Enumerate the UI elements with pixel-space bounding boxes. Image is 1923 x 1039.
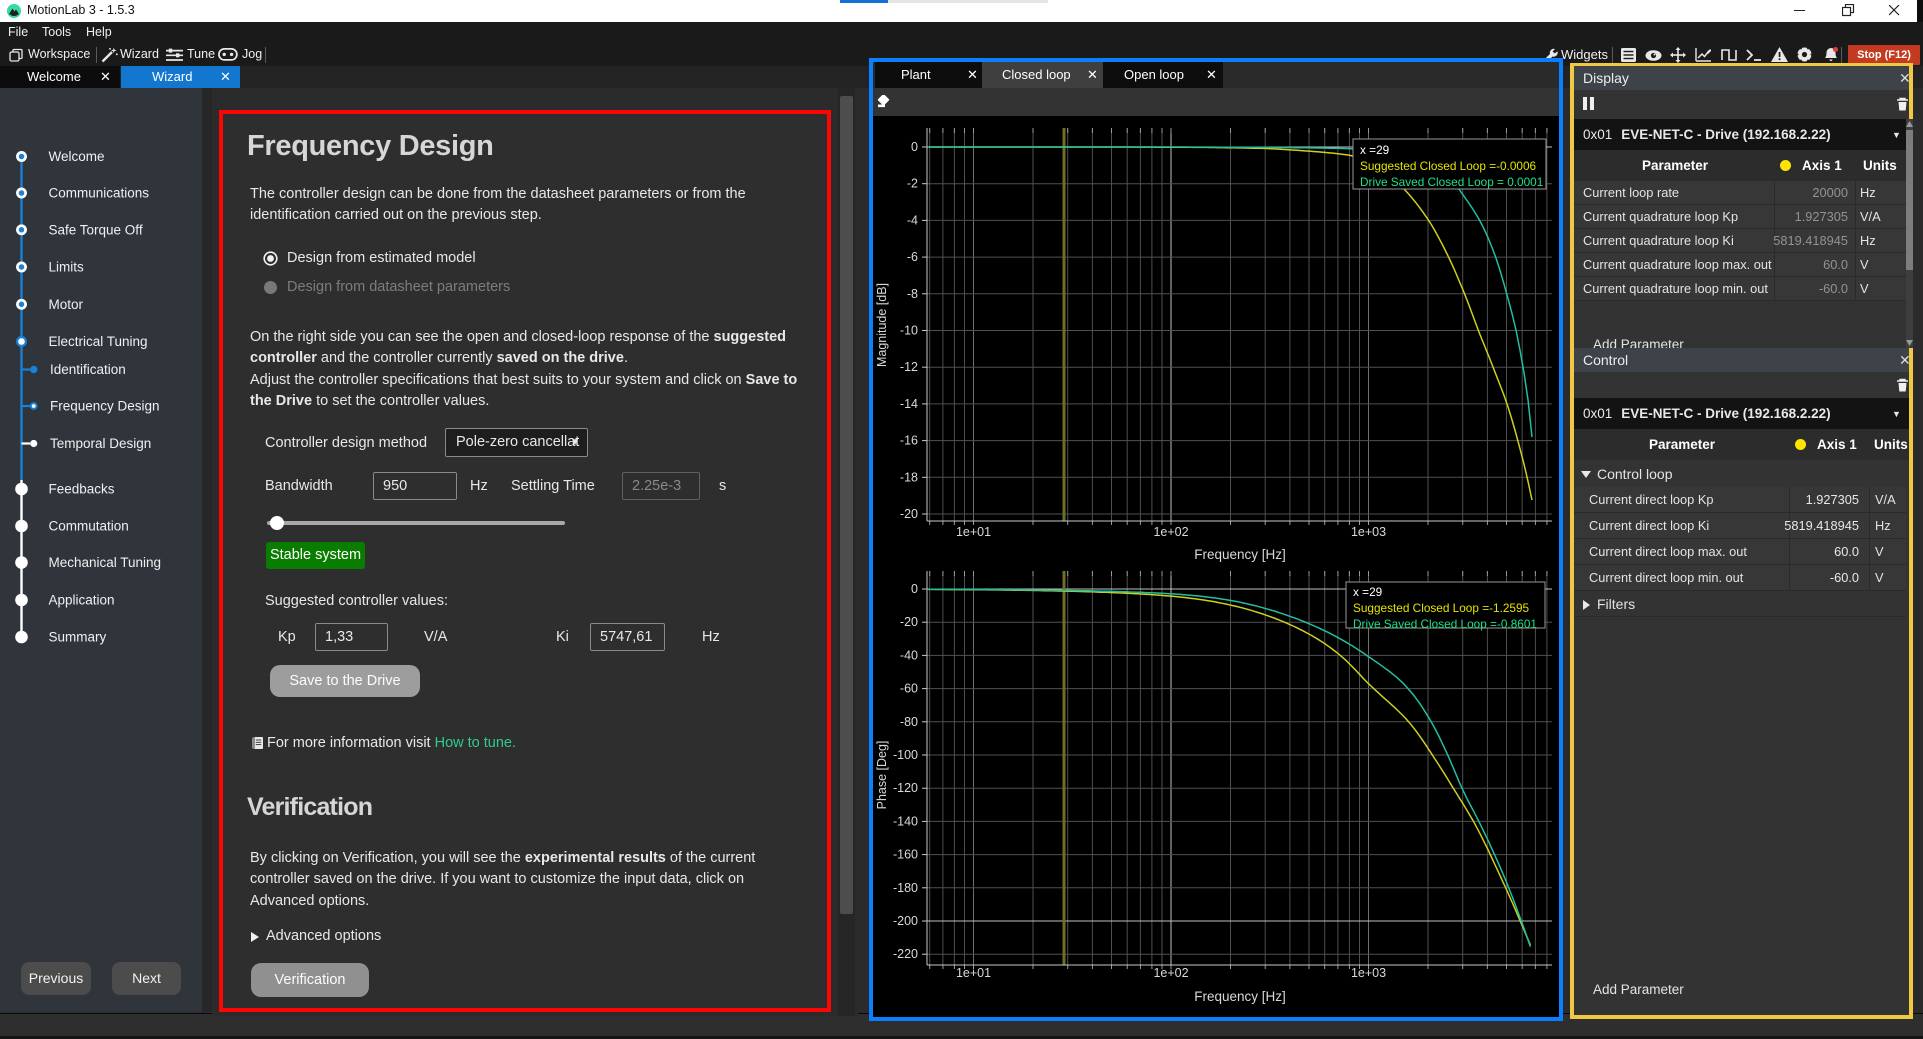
svg-text:1e+02: 1e+02 (1153, 525, 1188, 539)
svg-text:-120: -120 (893, 781, 918, 795)
svg-text:1e+01: 1e+01 (956, 525, 991, 539)
svg-text:-200: -200 (893, 914, 918, 928)
svg-text:-14: -14 (900, 397, 918, 411)
svg-text:1e+02: 1e+02 (1153, 966, 1188, 980)
svg-text:Magnitude [dB]: Magnitude [dB] (875, 283, 889, 367)
svg-text:-12: -12 (900, 360, 918, 374)
svg-text:Frequency [Hz]: Frequency [Hz] (1194, 989, 1286, 1004)
svg-text:Welcome: Welcome (49, 149, 105, 164)
svg-text:Mechanical Tuning: Mechanical Tuning (49, 555, 162, 570)
svg-text:-180: -180 (893, 881, 918, 895)
svg-text:-10: -10 (900, 324, 918, 338)
svg-text:-6: -6 (907, 250, 918, 264)
svg-text:-80: -80 (900, 715, 918, 729)
svg-text:Commutation: Commutation (49, 519, 129, 534)
svg-text:-18: -18 (900, 470, 918, 484)
svg-text:-2: -2 (907, 177, 918, 191)
svg-text:1e+03: 1e+03 (1351, 966, 1386, 980)
svg-text:-20: -20 (900, 615, 918, 629)
svg-text:x =29: x =29 (1360, 143, 1389, 157)
svg-text:1e+01: 1e+01 (956, 966, 991, 980)
svg-text:-40: -40 (900, 648, 918, 662)
svg-text:Temporal Design: Temporal Design (50, 436, 151, 451)
svg-text:Frequency [Hz]: Frequency [Hz] (1194, 547, 1286, 562)
svg-text:Feedbacks: Feedbacks (49, 482, 115, 497)
svg-text:-4: -4 (907, 213, 918, 227)
svg-text:Safe Torque Off: Safe Torque Off (49, 222, 143, 237)
svg-text:Electrical Tuning: Electrical Tuning (49, 334, 148, 349)
svg-text:0: 0 (911, 582, 918, 596)
svg-text:Limits: Limits (49, 260, 85, 275)
svg-text:-16: -16 (900, 434, 918, 448)
svg-text:-220: -220 (893, 947, 918, 961)
svg-text:-60: -60 (900, 682, 918, 696)
svg-text:Application: Application (49, 593, 115, 608)
svg-text:Summary: Summary (49, 630, 107, 645)
svg-text:Identification: Identification (50, 362, 126, 377)
svg-text:Suggested Closed Loop =-0.0006: Suggested Closed Loop =-0.0006 (1360, 159, 1537, 173)
svg-text:Phase [Deg]: Phase [Deg] (875, 741, 889, 810)
svg-text:1e+03: 1e+03 (1351, 525, 1386, 539)
svg-text:-140: -140 (893, 814, 918, 828)
svg-text:-20: -20 (900, 507, 918, 521)
svg-text:Suggested Closed Loop =-1.2595: Suggested Closed Loop =-1.2595 (1353, 601, 1530, 615)
svg-text:-8: -8 (907, 287, 918, 301)
svg-text:-160: -160 (893, 848, 918, 862)
svg-text:Drive Saved Closed Loop = 0.00: Drive Saved Closed Loop = 0.0001 (1360, 175, 1543, 189)
svg-text:x =29: x =29 (1353, 585, 1382, 599)
svg-text:-100: -100 (893, 748, 918, 762)
svg-text:Frequency Design: Frequency Design (50, 399, 160, 414)
svg-text:Drive Saved Closed Loop =-0.86: Drive Saved Closed Loop =-0.8601 (1353, 617, 1537, 631)
svg-text:Communications: Communications (49, 186, 150, 201)
svg-text:0: 0 (911, 140, 918, 154)
svg-text:Motor: Motor (49, 297, 84, 312)
